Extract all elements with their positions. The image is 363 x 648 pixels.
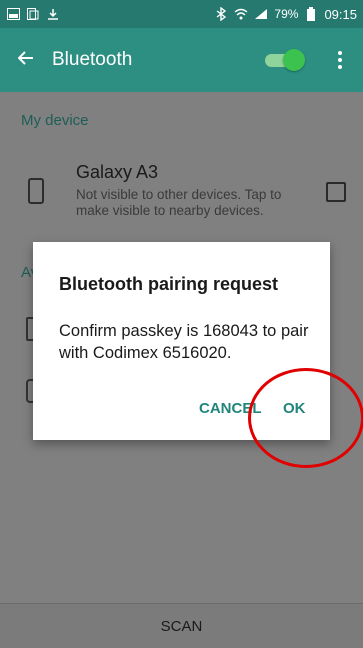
more-vert-icon [338, 51, 342, 55]
my-device-header: My device [21, 112, 89, 129]
more-options-button[interactable] [333, 48, 347, 72]
status-bar: 79% 09:15 [0, 0, 363, 28]
gallery-icon [6, 7, 20, 21]
visibility-checkbox[interactable] [326, 182, 346, 202]
screen-icon [26, 7, 40, 21]
toggle-knob [283, 49, 305, 71]
battery-icon [304, 7, 318, 21]
download-icon [46, 7, 60, 21]
phone-icon [28, 178, 44, 204]
scan-button[interactable]: SCAN [161, 618, 203, 635]
signal-icon [254, 7, 268, 21]
dialog-title: Bluetooth pairing request [59, 274, 279, 294]
highlight-circle [248, 368, 363, 468]
action-bar: Bluetooth [0, 28, 363, 92]
status-bar-right: 79% 09:15 [214, 7, 357, 22]
wifi-icon [234, 7, 248, 21]
battery-percent: 79% [274, 7, 299, 21]
bottom-bar: SCAN [0, 603, 363, 648]
bluetooth-icon [214, 7, 228, 21]
device-visibility-text: Not visible to other devices. Tap to mak… [76, 187, 282, 218]
arrow-left-icon [17, 50, 34, 70]
back-button[interactable] [0, 28, 52, 92]
dialog-message: Confirm passkey is 168043 to pair with C… [59, 322, 309, 362]
clock: 09:15 [324, 6, 357, 22]
page-title: Bluetooth [52, 49, 133, 70]
status-bar-left [6, 7, 60, 21]
bluetooth-toggle[interactable] [265, 48, 305, 72]
device-name[interactable]: Galaxy A3 [76, 162, 158, 183]
